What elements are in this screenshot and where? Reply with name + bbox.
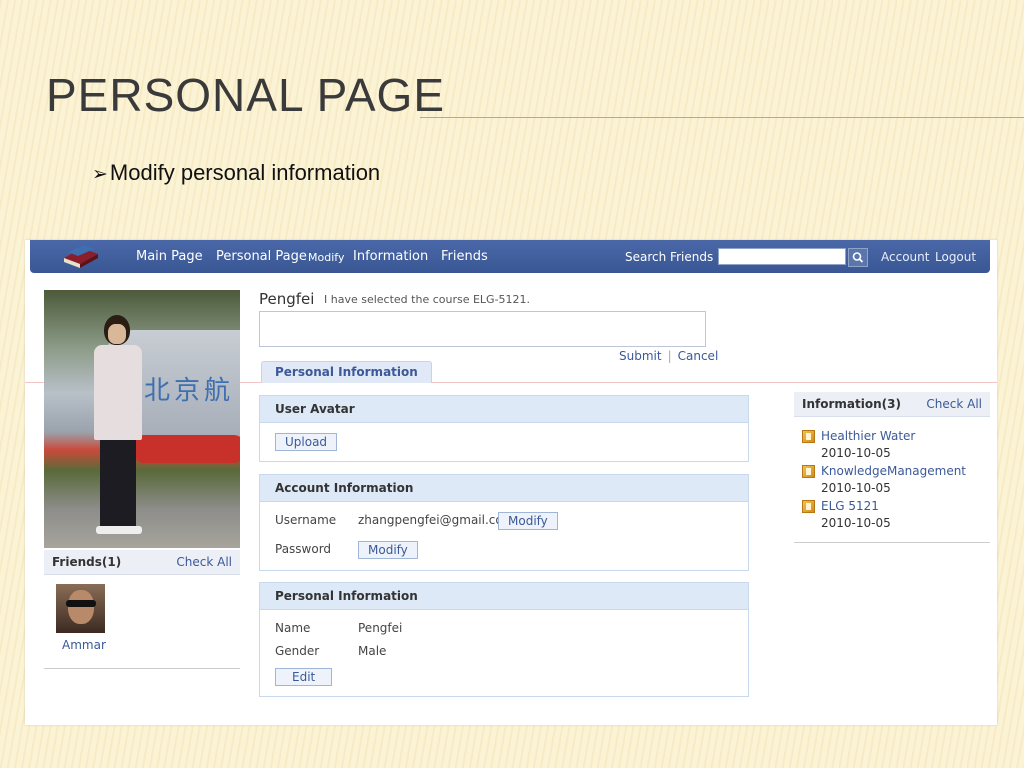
friends-box-header: Friends(1) Check All: [44, 550, 240, 575]
logout-link[interactable]: Logout: [935, 250, 976, 264]
separator: |: [667, 349, 672, 363]
top-navbar: Main Page Personal Page Modify Informati…: [30, 240, 990, 273]
profile-photo: 北京航: [44, 290, 240, 548]
slide-title: PERSONAL PAGE: [46, 69, 446, 121]
gender-label: Gender: [275, 644, 320, 658]
search-icon: [852, 252, 864, 263]
arrow-bullet-icon: ➢: [92, 164, 108, 185]
account-information-panel: Account Information Username zhangpengfe…: [259, 474, 749, 571]
friend-name-link[interactable]: Ammar: [62, 638, 106, 652]
cancel-link[interactable]: Cancel: [678, 349, 719, 363]
books-logo-icon[interactable]: [60, 244, 100, 270]
tab-personal-information[interactable]: Personal Information: [261, 361, 432, 383]
nav-information[interactable]: Information: [353, 249, 428, 264]
document-icon: [802, 430, 815, 443]
submit-link[interactable]: Submit: [619, 349, 662, 363]
slide-bullet: ➢Modify personal information: [92, 160, 380, 186]
information-item-title[interactable]: Healthier Water: [821, 429, 915, 443]
nav-modify[interactable]: Modify: [308, 251, 344, 264]
name-value: Pengfei: [358, 621, 403, 635]
information-box-title: Information(3): [802, 397, 901, 411]
information-box: Information(3) Check All Healthier Water…: [794, 392, 990, 543]
information-item-date: 2010-10-05: [821, 516, 891, 530]
account-information-header: Account Information: [260, 475, 748, 502]
information-item-date: 2010-10-05: [821, 446, 891, 460]
edit-button[interactable]: Edit: [275, 668, 333, 686]
information-item-date: 2010-10-05: [821, 481, 891, 495]
upload-button[interactable]: Upload: [275, 433, 338, 451]
status-text: I have selected the course ELG-5121.: [324, 293, 531, 306]
information-box-header: Information(3) Check All: [794, 392, 990, 417]
username-value: zhangpengfei@gmail.com: [358, 513, 515, 527]
bullet-text: Modify personal information: [109, 160, 381, 185]
password-label: Password: [275, 542, 332, 556]
document-icon: [802, 465, 815, 478]
user-avatar-panel: User Avatar Upload: [259, 395, 749, 462]
status-input[interactable]: [259, 311, 706, 347]
personal-information-header: Personal Information: [260, 583, 748, 610]
information-item-title[interactable]: ELG 5121: [821, 499, 879, 513]
document-icon: [802, 500, 815, 513]
modify-password-button[interactable]: Modify: [358, 541, 418, 559]
title-rule: [420, 117, 1024, 118]
search-label: Search Friends: [625, 250, 714, 264]
modify-username-button[interactable]: Modify: [498, 512, 558, 530]
app-window: Main Page Personal Page Modify Informati…: [25, 240, 997, 725]
gender-value: Male: [358, 644, 387, 658]
information-item-title[interactable]: KnowledgeManagement: [821, 464, 966, 478]
user-avatar-header: User Avatar: [260, 396, 748, 423]
personal-information-panel: Personal Information Name Pengfei Gender…: [259, 582, 749, 697]
nav-main-page[interactable]: Main Page: [136, 249, 203, 264]
friends-check-all-link[interactable]: Check All: [176, 550, 232, 574]
search-button[interactable]: [848, 248, 868, 267]
account-link[interactable]: Account: [881, 250, 929, 264]
friends-box-title: Friends(1): [52, 555, 122, 569]
friend-avatar[interactable]: [56, 584, 105, 633]
information-check-all-link[interactable]: Check All: [926, 392, 982, 416]
username-label: Username: [275, 513, 337, 527]
status-user-name: Pengfei: [259, 290, 315, 308]
friends-box: Friends(1) Check All Ammar: [44, 550, 240, 669]
nav-personal-page[interactable]: Personal Page: [216, 249, 307, 264]
nav-friends[interactable]: Friends: [441, 249, 488, 264]
status-actions: Submit | Cancel: [619, 349, 718, 363]
name-label: Name: [275, 621, 311, 635]
search-friends-input[interactable]: [718, 248, 846, 265]
